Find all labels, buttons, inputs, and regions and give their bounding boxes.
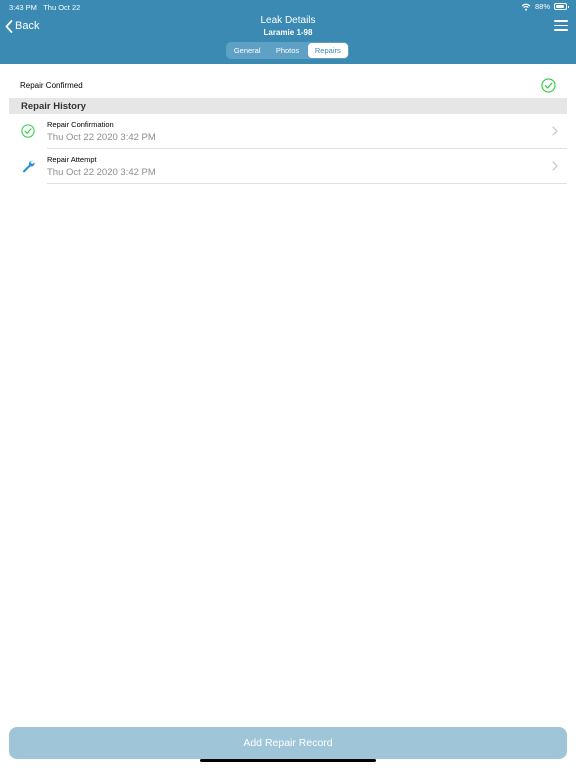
list-item-date: Thu Oct 22 2020 3:42 PM [47, 167, 156, 178]
menu-line [554, 29, 568, 31]
tab-photos[interactable]: Photos [267, 43, 307, 58]
menu-line [554, 24, 568, 27]
repair-history-list: Repair Confirmation Thu Oct 22 2020 3:42… [0, 114, 576, 184]
battery-icon [554, 3, 569, 10]
status-date: Thu Oct 22 [43, 3, 81, 12]
tab-general[interactable]: General [227, 43, 267, 58]
list-item-date: Thu Oct 22 2020 3:42 PM [47, 132, 156, 143]
wifi-icon [521, 3, 531, 11]
list-item-title: Repair Confirmation [47, 120, 114, 129]
repair-confirmed-row: Repair Confirmed [20, 76, 556, 94]
list-item-text: Repair Confirmation Thu Oct 22 2020 3:42… [47, 120, 156, 143]
page-subtitle: Laramie 1-98 [263, 28, 313, 37]
home-indicator [200, 759, 376, 762]
list-item-title: Repair Attempt [47, 155, 97, 164]
list-item-repair-confirmation[interactable]: Repair Confirmation Thu Oct 22 2020 3:42… [0, 114, 576, 149]
section-title: Repair History [21, 100, 86, 112]
list-item-repair-attempt[interactable]: Repair Attempt Thu Oct 22 2020 3:42 PM [0, 149, 576, 184]
navigation-header: 3:43 PM Thu Oct 22 88% Back Leak Details… [0, 0, 576, 64]
hamburger-menu-button[interactable] [554, 20, 568, 31]
status-time: 3:43 PM [9, 3, 37, 12]
status-bar-right: 88% [521, 2, 569, 11]
repair-history-header: Repair History [9, 98, 567, 114]
chevron-right-icon [552, 161, 558, 171]
chevron-right-icon [552, 126, 558, 136]
list-item-text: Repair Attempt Thu Oct 22 2020 3:42 PM [47, 155, 156, 178]
add-repair-record-label: Add Repair Record [243, 737, 333, 749]
battery-percent: 88% [534, 2, 550, 11]
status-bar-time: 3:43 PM Thu Oct 22 [9, 3, 80, 12]
tab-segmented-control: General Photos Repairs [226, 42, 349, 59]
repair-confirmed-label: Repair Confirmed [20, 80, 83, 90]
tab-repairs[interactable]: Repairs [307, 43, 348, 58]
row-divider [47, 183, 567, 184]
check-circle-icon [21, 124, 35, 138]
wrench-icon [22, 160, 35, 173]
menu-line [554, 20, 568, 22]
add-repair-record-button[interactable]: Add Repair Record [9, 727, 567, 759]
page-title: Leak Details [260, 15, 316, 26]
check-circle-icon [541, 77, 556, 93]
